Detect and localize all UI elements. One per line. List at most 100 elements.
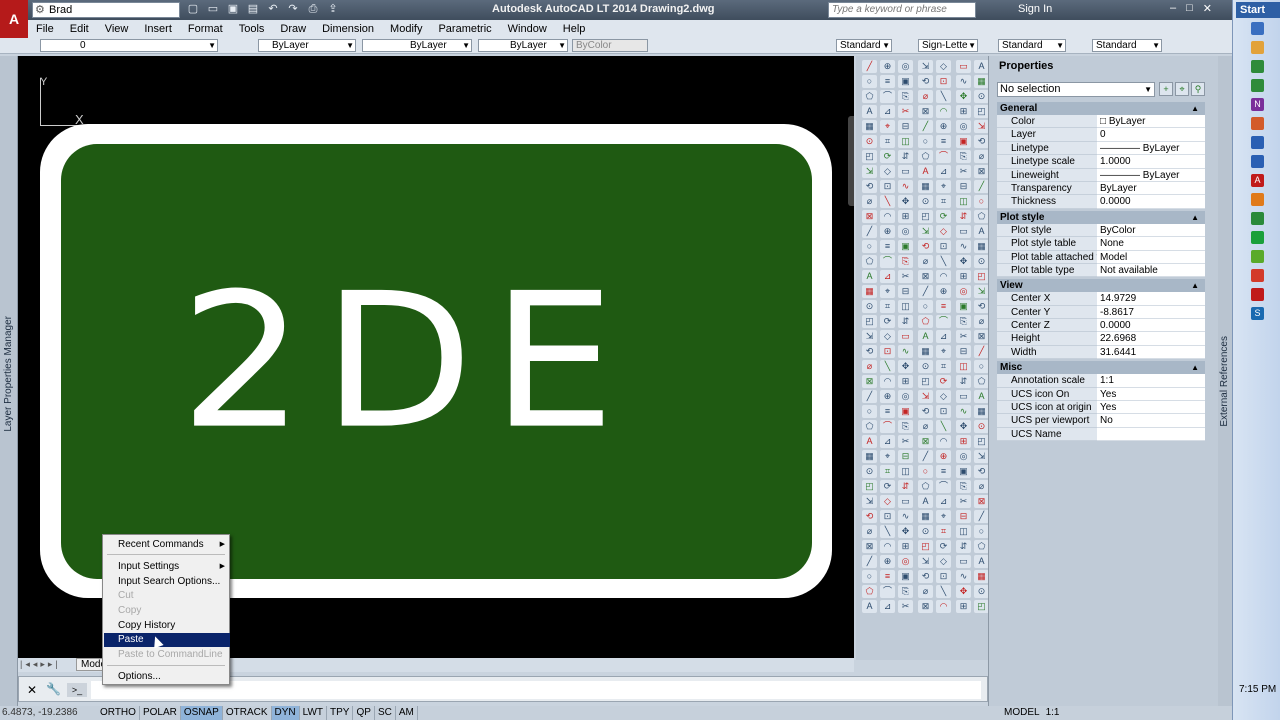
tool-button-icon[interactable]: ⇵ — [898, 480, 913, 493]
skype-icon[interactable]: S — [1251, 307, 1264, 320]
tool-button-icon[interactable]: ⊠ — [974, 495, 989, 508]
tool-button-icon[interactable]: ⎘ — [898, 255, 913, 268]
tool-button-icon[interactable]: ◰ — [918, 210, 933, 223]
tool-button-icon[interactable]: ⊙ — [974, 90, 989, 103]
powerpoint-icon[interactable] — [1251, 117, 1264, 130]
tool-button-icon[interactable]: ◇ — [936, 60, 951, 73]
tool-button-icon[interactable]: ✥ — [956, 585, 971, 598]
tool-button-icon[interactable]: ⌒ — [880, 255, 895, 268]
property-value[interactable]: ByLayer — [1097, 181, 1205, 196]
tool-button-icon[interactable]: ⟲ — [974, 135, 989, 148]
tool-button-icon[interactable]: ⌒ — [880, 420, 895, 433]
tool-button-icon[interactable]: ◰ — [974, 435, 989, 448]
property-value[interactable]: Yes — [1097, 401, 1205, 415]
tool-button-icon[interactable]: ⊙ — [918, 525, 933, 538]
tool-button-icon[interactable]: ◎ — [956, 120, 971, 133]
tool-button-icon[interactable]: ⊿ — [880, 435, 895, 448]
tool-button-icon[interactable]: ⌀ — [862, 525, 877, 538]
tool-button-icon[interactable]: ⟳ — [936, 210, 951, 223]
tool-button-icon[interactable]: ⊿ — [936, 165, 951, 178]
section-view[interactable]: View ▲ — [997, 279, 1205, 293]
toggle-osnap[interactable]: OSNAP — [180, 706, 223, 720]
tool-button-icon[interactable]: ⊟ — [956, 510, 971, 523]
word-icon[interactable] — [1251, 136, 1264, 149]
tool-button-icon[interactable]: ⊡ — [880, 510, 895, 523]
tool-button-icon[interactable]: ⊟ — [898, 285, 913, 298]
application-menu-button[interactable]: A — [0, 0, 28, 38]
tool-button-icon[interactable]: A — [974, 225, 989, 238]
tool-button-icon[interactable]: ∿ — [956, 570, 971, 583]
tool-button-icon[interactable]: ⌖ — [880, 285, 895, 298]
tool-button-icon[interactable]: ⊿ — [880, 105, 895, 118]
tool-button-icon[interactable]: ≡ — [880, 75, 895, 88]
property-value[interactable]: ByColor — [1097, 223, 1205, 238]
tool-button-icon[interactable]: ╲ — [936, 420, 951, 433]
tool-button-icon[interactable]: ◰ — [918, 375, 933, 388]
toggle-qp[interactable]: QP — [353, 706, 375, 720]
tool-button-icon[interactable]: ▭ — [898, 495, 913, 508]
toggle-pickadd-icon[interactable]: + — [1159, 82, 1173, 96]
property-row[interactable]: UCS icon On Yes — [997, 387, 1205, 402]
tool-button-icon[interactable]: ⊙ — [918, 195, 933, 208]
tool-button-icon[interactable]: ▦ — [862, 285, 877, 298]
property-value[interactable]: 14.9729 — [1097, 292, 1205, 306]
tool-button-icon[interactable]: A — [862, 435, 877, 448]
tool-button-icon[interactable]: ⬠ — [918, 480, 933, 493]
tool-button-icon[interactable]: ⇵ — [956, 375, 971, 388]
tool-button-icon[interactable]: ⌗ — [936, 525, 951, 538]
save-icon[interactable]: ▣ — [226, 2, 240, 16]
tool-button-icon[interactable]: ⊙ — [862, 300, 877, 313]
menu-item-paste[interactable]: Paste — [104, 633, 230, 647]
tool-button-icon[interactable]: ▣ — [898, 240, 913, 253]
tool-button-icon[interactable]: ⟲ — [862, 180, 877, 193]
tool-button-icon[interactable]: ▦ — [974, 75, 989, 88]
tool-button-icon[interactable]: ≡ — [880, 570, 895, 583]
tool-button-icon[interactable]: ✥ — [956, 255, 971, 268]
tool-button-icon[interactable]: ⌗ — [880, 300, 895, 313]
menu-item-options[interactable]: Options... — [104, 670, 230, 684]
tool-button-icon[interactable]: ⌀ — [974, 315, 989, 328]
explorer-icon[interactable] — [1251, 22, 1264, 35]
tool-button-icon[interactable]: ⌒ — [880, 90, 895, 103]
tool-button-icon[interactable]: ○ — [862, 405, 877, 418]
tool-button-icon[interactable]: ○ — [862, 240, 877, 253]
tool-button-icon[interactable]: ⊙ — [974, 420, 989, 433]
tool-button-icon[interactable]: ⇲ — [974, 285, 989, 298]
tool-button-icon[interactable]: ○ — [862, 75, 877, 88]
tool-button-icon[interactable]: ○ — [974, 360, 989, 373]
tool-button-icon[interactable]: ◰ — [974, 600, 989, 613]
tool-button-icon[interactable]: ⊠ — [918, 105, 933, 118]
tool-button-icon[interactable]: ⊞ — [956, 600, 971, 613]
tool-button-icon[interactable]: ⇲ — [862, 330, 877, 343]
tool-button-icon[interactable]: ⊙ — [918, 360, 933, 373]
tool-button-icon[interactable]: ╱ — [918, 450, 933, 463]
app-icon[interactable] — [1251, 212, 1264, 225]
tool-button-icon[interactable]: ⇲ — [862, 165, 877, 178]
tool-button-icon[interactable]: ⇵ — [898, 315, 913, 328]
toggle-am[interactable]: AM — [396, 706, 418, 720]
tool-button-icon[interactable]: ◠ — [936, 105, 951, 118]
tool-button-icon[interactable]: ⊠ — [974, 165, 989, 178]
tool-button-icon[interactable]: ▣ — [898, 405, 913, 418]
tool-button-icon[interactable]: ▭ — [956, 555, 971, 568]
tool-button-icon[interactable]: ✂ — [956, 495, 971, 508]
tool-button-icon[interactable]: ◫ — [956, 360, 971, 373]
property-row[interactable]: Color □ ByLayer — [997, 115, 1205, 129]
tool-button-icon[interactable]: ◠ — [880, 375, 895, 388]
tool-button-icon[interactable]: ⎘ — [956, 315, 971, 328]
save-as-icon[interactable]: ▤ — [246, 2, 260, 16]
spreadsheet-icon[interactable] — [1251, 79, 1264, 92]
tool-button-icon[interactable]: ▦ — [862, 120, 877, 133]
tool-button-icon[interactable]: ⊿ — [880, 270, 895, 283]
tool-button-icon[interactable]: ⊟ — [898, 450, 913, 463]
tool-button-icon[interactable]: ◠ — [936, 435, 951, 448]
tool-button-icon[interactable]: ≡ — [936, 465, 951, 478]
undo-icon[interactable]: ↶ — [266, 2, 280, 16]
tool-button-icon[interactable]: ∿ — [956, 405, 971, 418]
tool-button-icon[interactable]: ▭ — [898, 330, 913, 343]
tool-button-icon[interactable]: ⌖ — [880, 120, 895, 133]
tool-button-icon[interactable]: ▦ — [862, 450, 877, 463]
tool-button-icon[interactable]: ▦ — [974, 405, 989, 418]
select-objects-icon[interactable]: ⌖ — [1175, 82, 1189, 96]
tool-button-icon[interactable]: ⟲ — [862, 510, 877, 523]
